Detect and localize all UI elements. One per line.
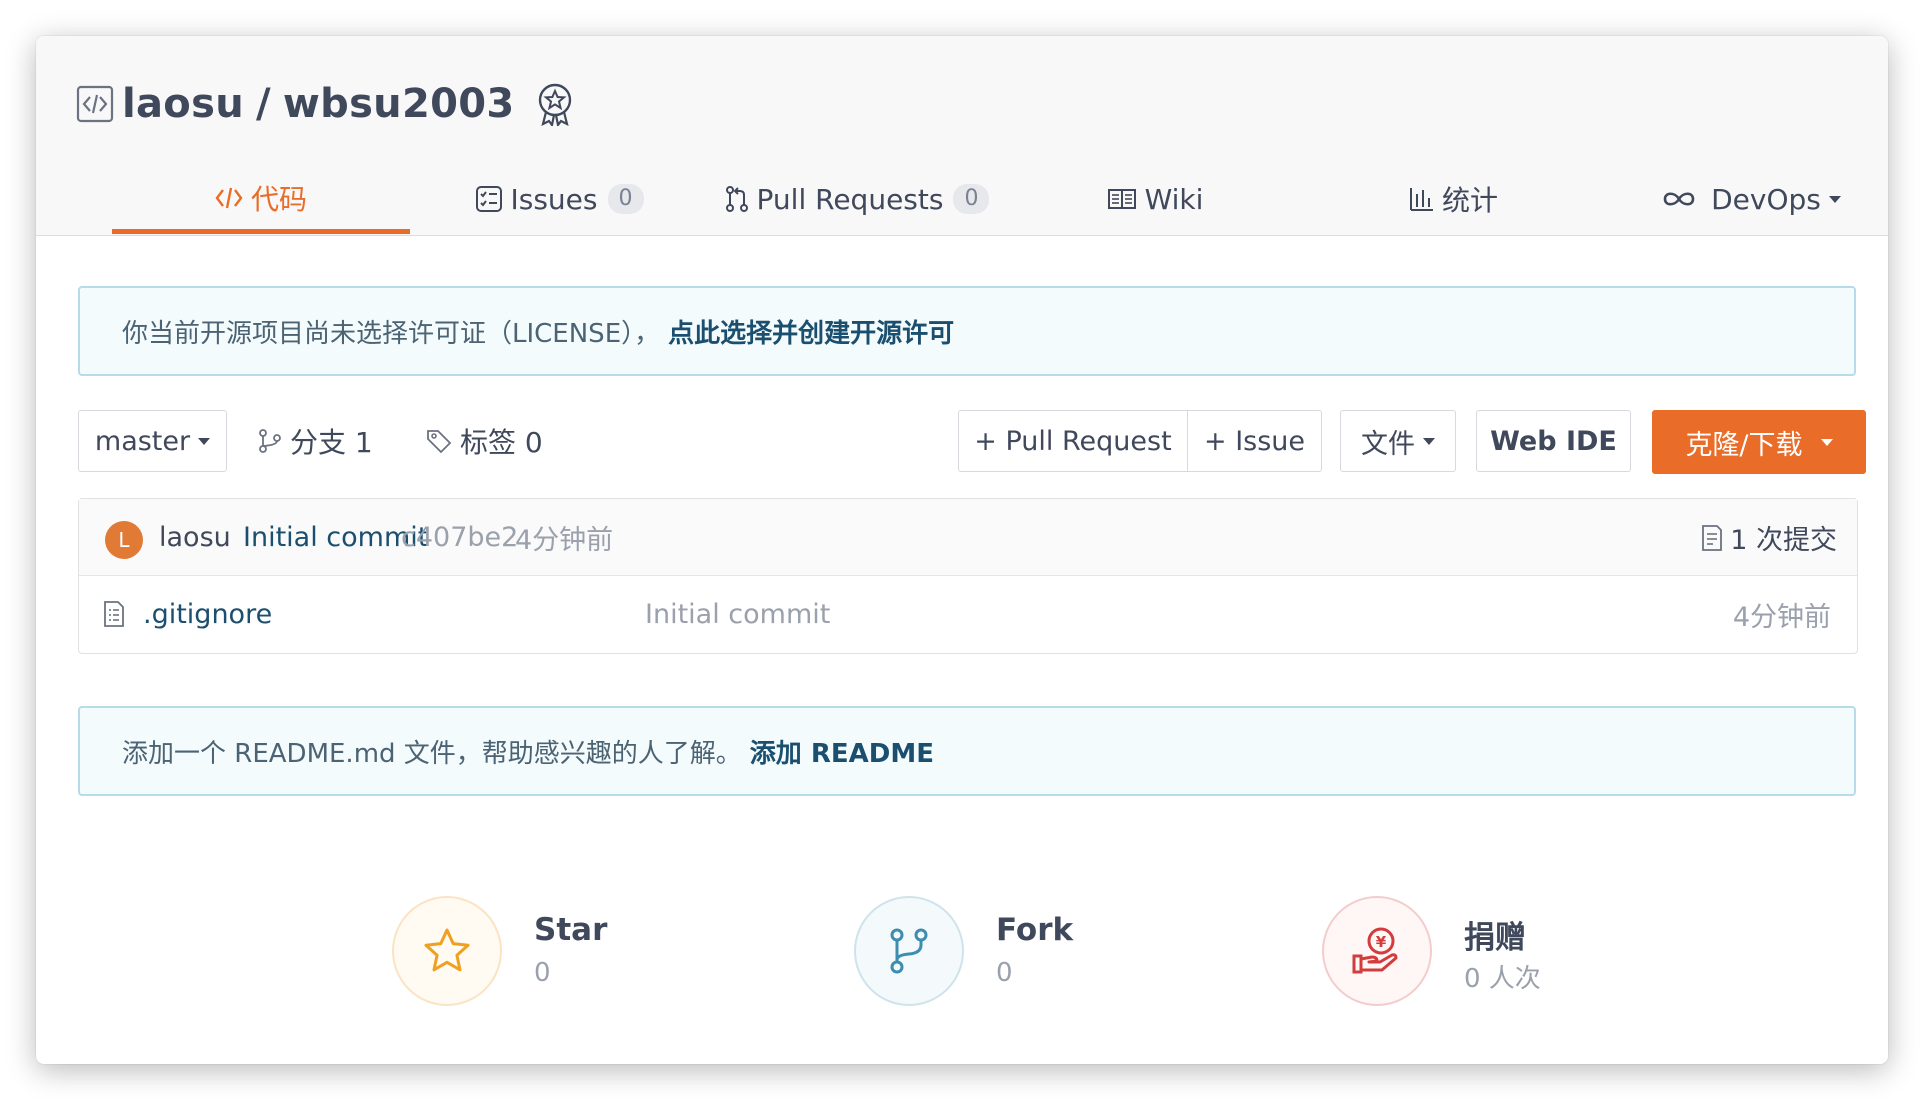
add-readme-link[interactable]: 添加 README	[750, 733, 934, 770]
donate-count: 0 人次	[1464, 964, 1541, 994]
code-icon	[215, 186, 243, 210]
branches-link[interactable]: 分支 1	[258, 410, 373, 472]
commit-hash[interactable]: c407be2	[401, 499, 518, 576]
tags-label: 标签 0	[460, 426, 543, 459]
commit-time: 4分钟前	[515, 525, 614, 556]
repo-owner[interactable]: laosu	[122, 81, 244, 127]
commits-document-icon	[1700, 524, 1724, 552]
repo-stats: Star 0 Fork 0 ¥ 捐赠 0 人次	[36, 896, 1888, 1036]
donate-label: 捐赠	[1464, 920, 1526, 956]
latest-commit-row: L laosu Initial commit c407be2 4分钟前 1 次提…	[79, 499, 1857, 576]
donate-circle[interactable]: ¥	[1322, 896, 1432, 1006]
table-row[interactable]: .gitignore Initial commit 4分钟前	[79, 576, 1857, 653]
donate-hand-coin-icon: ¥	[1352, 927, 1398, 974]
new-pull-request-label: + Pull Request	[974, 425, 1172, 457]
wiki-book-icon	[1107, 187, 1137, 211]
commit-count-label: 1 次提交	[1730, 525, 1837, 556]
repo-header: laosu / wbsu2003 代码 Issues 0 Pull Reques…	[36, 36, 1888, 236]
clone-download-button[interactable]: 克隆/下载	[1652, 410, 1866, 474]
repo-separator: /	[255, 81, 271, 127]
avatar[interactable]: L	[105, 521, 143, 559]
branch-select[interactable]: master	[78, 410, 227, 472]
fork-stat[interactable]: Fork 0	[854, 896, 1114, 1016]
star-icon	[424, 928, 470, 972]
tab-pull-requests-label: Pull Requests	[756, 182, 944, 216]
tab-pull-requests[interactable]: Pull Requests 0	[708, 166, 1006, 232]
license-notice-text: 你当前开源项目尚未选择许可证（LICENSE），	[122, 318, 661, 349]
star-stat[interactable]: Star 0	[392, 896, 652, 1016]
clone-download-label: 克隆/下载	[1685, 429, 1803, 461]
issues-icon	[475, 185, 503, 213]
fork-label: Fork	[996, 912, 1074, 948]
chevron-down-icon	[198, 437, 211, 445]
file-icon	[103, 600, 125, 628]
file-name-link[interactable]: .gitignore	[143, 576, 272, 653]
fork-count: 0	[996, 958, 1013, 988]
fork-icon	[890, 928, 928, 974]
new-issue-button[interactable]: + Issue	[1187, 410, 1322, 472]
file-commit-time: 4分钟前	[1732, 602, 1831, 633]
file-list: L laosu Initial commit c407be2 4分钟前 1 次提…	[78, 498, 1858, 654]
repo-tabs: 代码 Issues 0 Pull Requests 0 Wiki 统计 DevO…	[76, 166, 1848, 236]
tab-issues[interactable]: Issues 0	[410, 166, 708, 232]
file-menu-label: 文件	[1361, 428, 1415, 460]
chevron-down-icon	[1820, 438, 1833, 446]
tab-wiki[interactable]: Wiki	[1006, 166, 1304, 232]
repo-title: laosu / wbsu2003	[76, 74, 575, 134]
tab-devops-label: DevOps	[1711, 182, 1821, 216]
fork-circle[interactable]	[854, 896, 964, 1006]
svg-text:¥: ¥	[1376, 933, 1387, 951]
tab-stats-label: 统计	[1441, 184, 1498, 217]
license-notice: 你当前开源项目尚未选择许可证（LICENSE）， 点此选择并创建开源许可	[78, 286, 1856, 376]
repo-toolbar: master 分支 1 标签 0 + Pull Request + Issue …	[78, 410, 1866, 476]
branches-label: 分支 1	[290, 426, 373, 459]
infinity-icon	[1661, 189, 1697, 209]
pull-request-icon	[725, 185, 749, 213]
chevron-down-icon	[1828, 195, 1841, 203]
file-menu-button[interactable]: 文件	[1340, 410, 1456, 472]
tab-stats[interactable]: 统计	[1304, 166, 1602, 232]
repo-name[interactable]: wbsu2003	[283, 81, 515, 127]
star-label: Star	[534, 912, 608, 948]
star-count: 0	[534, 958, 551, 988]
branch-select-value: master	[94, 425, 191, 457]
branch-icon	[258, 428, 282, 454]
readme-notice-text: 添加一个 README.md 文件，帮助感兴趣的人了解。	[122, 738, 742, 769]
pull-requests-count-badge: 0	[953, 184, 990, 214]
readme-notice: 添加一个 README.md 文件，帮助感兴趣的人了解。 添加 README	[78, 706, 1856, 796]
tab-wiki-label: Wiki	[1144, 182, 1204, 216]
web-ide-label: Web IDE	[1490, 425, 1617, 457]
chevron-down-icon	[1423, 437, 1435, 445]
new-pull-request-button[interactable]: + Pull Request	[958, 410, 1188, 472]
tab-code[interactable]: 代码	[112, 166, 410, 234]
donate-stat[interactable]: ¥ 捐赠 0 人次	[1322, 896, 1622, 1016]
bar-chart-icon	[1408, 186, 1434, 212]
tab-code-label: 代码	[250, 182, 307, 216]
repo-code-icon	[76, 85, 114, 123]
tag-icon	[426, 428, 452, 454]
star-circle[interactable]	[392, 896, 502, 1006]
award-badge-icon[interactable]	[535, 82, 575, 126]
tags-link[interactable]: 标签 0	[426, 410, 543, 472]
new-issue-label: + Issue	[1203, 425, 1306, 457]
create-license-link[interactable]: 点此选择并创建开源许可	[668, 313, 954, 350]
repo-page-window: laosu / wbsu2003 代码 Issues 0 Pull Reques…	[36, 36, 1888, 1064]
tab-devops[interactable]: DevOps	[1602, 166, 1888, 232]
issues-count-badge: 0	[607, 184, 644, 214]
commit-count-link[interactable]: 1 次提交	[1700, 499, 1837, 576]
web-ide-button[interactable]: Web IDE	[1476, 410, 1631, 472]
commit-author[interactable]: laosu	[159, 499, 231, 576]
tab-issues-label: Issues	[510, 182, 598, 216]
file-commit-message[interactable]: Initial commit	[645, 576, 830, 653]
